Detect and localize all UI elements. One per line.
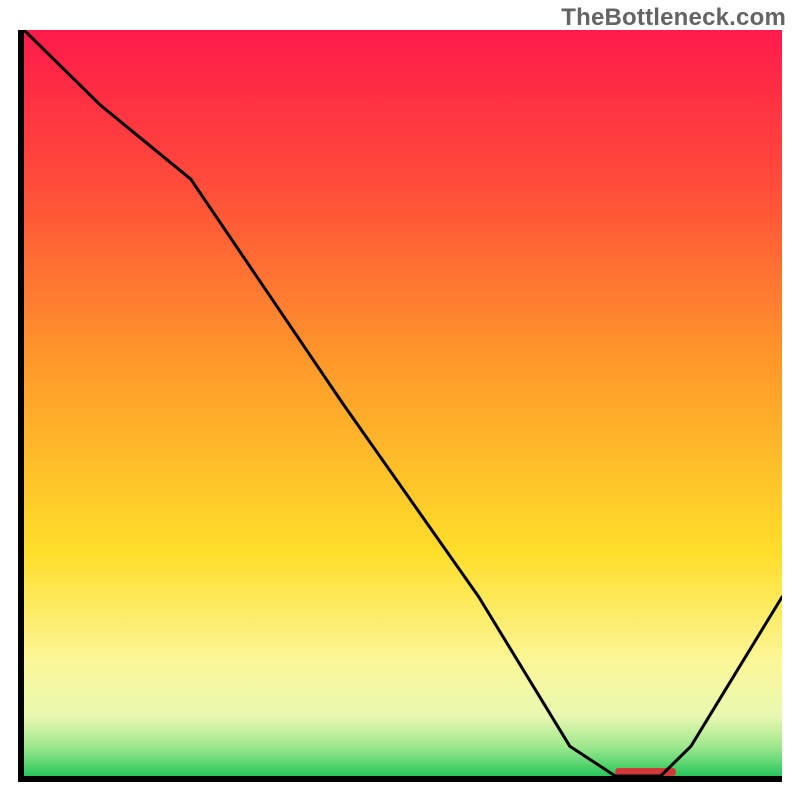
chart-plot-area bbox=[18, 30, 782, 782]
gradient-fill bbox=[24, 30, 782, 776]
chart-svg bbox=[18, 30, 782, 782]
watermark-text: TheBottleneck.com bbox=[561, 4, 786, 32]
chart-stage: TheBottleneck.com bbox=[0, 0, 800, 800]
